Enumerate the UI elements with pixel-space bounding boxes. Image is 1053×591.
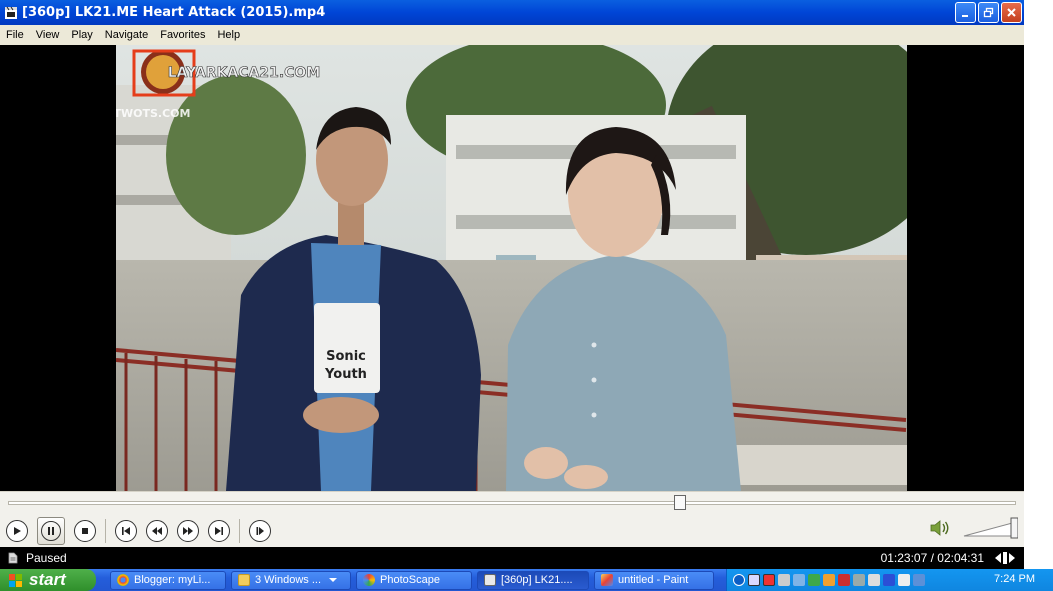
control-separator [105,519,106,543]
mpc-icon [484,574,496,586]
task-paint[interactable]: untitled - Paint [594,570,714,590]
antivirus-icon[interactable] [838,574,850,586]
task-media-player[interactable]: [360p] LK21.... [477,570,589,590]
rewind-button[interactable] [146,520,168,542]
volume-icon[interactable] [929,519,951,537]
shirt-text-2: Youth [324,367,367,382]
close-button[interactable] [1001,2,1022,23]
watermark-sub: TWOTS.COM [116,107,190,120]
clock[interactable]: 7:24 PM [994,573,1035,585]
task-label: [360p] LK21.... [501,574,573,586]
playback-status: Paused [26,551,67,565]
skip-back-button[interactable] [115,520,137,542]
start-button[interactable]: start [0,569,96,591]
pause-icon [48,527,54,535]
minimize-button[interactable] [955,2,976,23]
task-label: Blogger: myLi... [134,574,211,586]
play-icon [14,527,21,535]
restore-icon [983,7,994,18]
lav-audio-icon[interactable] [763,574,775,586]
task-blogger[interactable]: Blogger: myLi... [110,570,226,590]
skip-back-icon [122,527,130,535]
skip-forward-icon [215,527,223,535]
battery-icon[interactable] [898,574,910,586]
video-frame[interactable]: Sonic Youth LAYARKACA21.COM TWOTS.COM [116,45,907,491]
close-icon [1007,8,1016,17]
chrome-icon [117,574,129,586]
menu-bar: File View Play Navigate Favorites Help [0,25,1024,45]
stop-button[interactable] [74,520,96,542]
video-area[interactable]: Sonic Youth LAYARKACA21.COM TWOTS.COM [0,45,1024,491]
control-panel [0,491,1024,547]
bluetooth-icon[interactable] [883,574,895,586]
restore-button[interactable] [978,2,999,23]
system-tray: 7:24 PM [726,569,1053,591]
app-tray-icon[interactable] [823,574,835,586]
minimize-icon [962,15,968,17]
seek-bar[interactable] [8,501,1016,505]
frame-step-icon [256,527,264,535]
task-windows-explorer[interactable]: 3 Windows ... [231,570,351,590]
speaker-tray-icon[interactable] [778,574,790,586]
monitor-icon[interactable] [868,574,880,586]
menu-navigate[interactable]: Navigate [99,29,154,41]
pause-button[interactable] [37,517,65,545]
task-label: PhotoScape [380,574,440,586]
document-icon [8,552,18,564]
fast-forward-icon [183,527,193,535]
rewind-icon [152,527,162,535]
tray-expand-icon[interactable] [733,574,745,586]
volume-thumb[interactable] [1010,517,1018,539]
menu-favorites[interactable]: Favorites [154,29,211,41]
display-icon[interactable] [913,574,925,586]
menu-view[interactable]: View [30,29,66,41]
lav-icon[interactable] [748,574,760,586]
film-icon [5,6,17,19]
green-triangle-icon[interactable] [808,574,820,586]
shirt-text-1: Sonic [326,349,366,364]
stop-icon [82,528,88,534]
menu-help[interactable]: Help [211,29,246,41]
seek-thumb[interactable] [674,495,687,510]
windows-flag-icon [9,573,22,587]
menu-play[interactable]: Play [65,29,98,41]
time-display[interactable]: 01:23:07 / 02:04:31 [881,551,984,565]
start-label: start [29,570,66,589]
watermark-main: LAYARKACA21.COM [168,65,321,81]
skip-forward-button[interactable] [208,520,230,542]
fast-forward-button[interactable] [177,520,199,542]
network-icon[interactable] [793,574,805,586]
status-bar: Paused 01:23:07 / 02:04:31 [0,547,1024,569]
resize-icon[interactable] [994,551,1016,565]
task-label: 3 Windows ... [255,574,322,586]
photoscape-icon [363,574,375,586]
tool-tray-icon[interactable] [853,574,865,586]
title-bar[interactable]: [360p] LK21.ME Heart Attack (2015).mp4 [0,0,1024,25]
frame-step-button[interactable] [249,520,271,542]
folder-icon [238,574,250,586]
video-scene: Sonic Youth LAYARKACA21.COM TWOTS.COM [116,45,907,491]
menu-file[interactable]: File [0,29,30,41]
play-button[interactable] [6,520,28,542]
taskbar: start Blogger: myLi... 3 Windows ... Pho… [0,569,1053,591]
chevron-down-icon [329,578,338,582]
volume-slider[interactable] [962,516,1018,540]
task-label: untitled - Paint [618,574,689,586]
paint-icon [601,574,613,586]
control-separator [239,519,240,543]
window-title: [360p] LK21.ME Heart Attack (2015).mp4 [22,5,326,20]
media-player-screen: [360p] LK21.ME Heart Attack (2015).mp4 F… [0,0,1053,591]
task-photoscape[interactable]: PhotoScape [356,570,472,590]
